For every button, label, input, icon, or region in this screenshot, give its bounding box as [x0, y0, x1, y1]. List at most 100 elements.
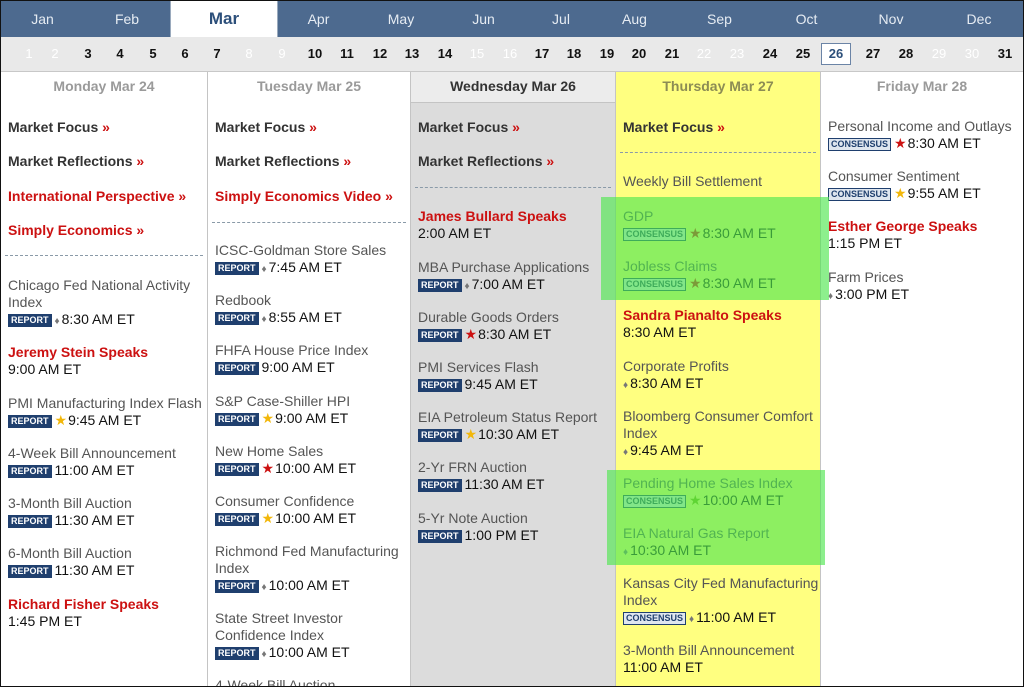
day-cell[interactable]: 31 [991, 44, 1019, 64]
event-name[interactable]: Sandra Pianalto Speaks [623, 307, 820, 324]
feature-link[interactable]: Market Focus » [418, 119, 520, 135]
month-tab-nov[interactable]: Nov [847, 1, 935, 37]
calendar-event[interactable]: PMI Manufacturing Index Flash REPORT ★9:45… [8, 395, 207, 429]
report-badge[interactable]: REPORT [8, 465, 52, 478]
calendar-event[interactable]: Richmond Fed Manufacturing Index REPORT ♦ 1… [215, 543, 410, 596]
event-name[interactable]: Bloomberg Consumer Comfort Index [623, 408, 820, 442]
event-name[interactable]: Richard Fisher Speaks [8, 596, 207, 613]
day-cell[interactable]: 9 [268, 44, 296, 64]
day-cell[interactable]: 16 [496, 44, 524, 64]
day-cell[interactable]: 28 [892, 44, 920, 64]
event-name[interactable]: 6-Month Bill Auction [8, 545, 207, 562]
month-tab-may[interactable]: May [361, 1, 441, 37]
day-cell[interactable]: 18 [560, 44, 588, 64]
calendar-event[interactable]: Esther George Speaks 1:15 PM ET [828, 218, 1023, 252]
day-cell[interactable]: 8 [235, 44, 263, 64]
event-name[interactable]: New Home Sales [215, 443, 410, 460]
consensus-badge[interactable]: CONSENSUS [828, 138, 892, 151]
day-cell[interactable]: 24 [756, 44, 784, 64]
event-name[interactable]: 2-Yr FRN Auction [418, 459, 615, 476]
event-name[interactable]: James Bullard Speaks [418, 208, 615, 225]
event-name[interactable]: Esther George Speaks [828, 218, 1023, 235]
month-tab-oct[interactable]: Oct [766, 1, 847, 37]
calendar-event[interactable]: Bloomberg Consumer Comfort Index ♦ 9:45 AM… [623, 408, 820, 461]
consensus-badge[interactable]: CONSENSUS [828, 188, 892, 201]
day-cell[interactable]: 20 [625, 44, 653, 64]
report-badge[interactable]: REPORT [8, 565, 52, 578]
day-cell[interactable]: 2 [41, 44, 69, 64]
event-name[interactable]: PMI Manufacturing Index Flash [8, 395, 207, 412]
calendar-event[interactable]: Redbook REPORT ♦ 8:55 AM ET [215, 292, 410, 328]
month-tab-jul[interactable]: Jul [526, 1, 596, 37]
calendar-event[interactable]: Consumer Confidence REPORT ★10:00 AM ET [215, 493, 410, 527]
day-cell[interactable]: 13 [398, 44, 426, 64]
report-badge[interactable]: REPORT [215, 647, 259, 660]
calendar-event[interactable]: FHFA House Price Index REPORT 9:00 AM ET [215, 342, 410, 376]
day-cell[interactable]: 27 [859, 44, 887, 64]
month-tab-apr[interactable]: Apr [276, 1, 361, 37]
day-cell[interactable]: 21 [658, 44, 686, 64]
report-badge[interactable]: REPORT [8, 314, 52, 327]
event-name[interactable]: Consumer Confidence [215, 493, 410, 510]
feature-link[interactable]: Market Focus » [8, 119, 110, 135]
calendar-event[interactable]: State Street Investor Confidence Index RE… [215, 610, 410, 663]
event-name[interactable]: MBA Purchase Applications [418, 259, 615, 276]
calendar-event[interactable]: Weekly Bill Settlement [623, 173, 820, 190]
month-tab-dec[interactable]: Dec [935, 1, 1023, 37]
day-cell[interactable]: 25 [789, 44, 817, 64]
calendar-event[interactable]: Richard Fisher Speaks 1:45 PM ET [8, 596, 207, 630]
month-tab-jan[interactable]: Jan [1, 1, 84, 37]
calendar-event[interactable]: Consumer Sentiment CONSENSUS ★9:55 AM ET [828, 168, 1023, 202]
calendar-event[interactable]: 2-Yr FRN Auction REPORT 11:30 AM ET [418, 459, 615, 493]
report-badge[interactable]: REPORT [215, 262, 259, 275]
calendar-event[interactable]: PMI Services Flash REPORT 9:45 AM ET [418, 359, 615, 393]
month-tab-sep[interactable]: Sep [673, 1, 766, 37]
day-cell[interactable]: 4 [106, 44, 134, 64]
report-badge[interactable]: REPORT [418, 329, 462, 342]
month-tab-mar[interactable]: Mar [170, 1, 278, 37]
report-badge[interactable]: REPORT [418, 479, 462, 492]
event-name[interactable]: Consumer Sentiment [828, 168, 1023, 185]
event-name[interactable]: Farm Prices [828, 269, 1023, 286]
event-name[interactable]: 4-Week Bill Auction [215, 677, 410, 686]
calendar-event[interactable]: MBA Purchase Applications REPORT ♦ 7:00 AM … [418, 259, 615, 295]
day-cell[interactable]: 12 [366, 44, 394, 64]
report-badge[interactable]: REPORT [215, 463, 259, 476]
calendar-event[interactable]: 5-Yr Note Auction REPORT 1:00 PM ET [418, 510, 615, 544]
report-badge[interactable]: REPORT [8, 515, 52, 528]
event-name[interactable]: Jeremy Stein Speaks [8, 344, 207, 361]
day-cell[interactable]: 3 [74, 44, 102, 64]
day-cell[interactable]: 26 [821, 43, 851, 65]
month-tab-jun[interactable]: Jun [441, 1, 526, 37]
report-badge[interactable]: REPORT [215, 413, 259, 426]
event-name[interactable]: Chicago Fed National Activity Index [8, 277, 207, 311]
feature-link[interactable]: Market Focus » [623, 119, 725, 135]
feature-link[interactable]: Simply Economics Video » [215, 188, 393, 204]
day-cell[interactable]: 6 [171, 44, 199, 64]
consensus-badge[interactable]: CONSENSUS [623, 612, 687, 625]
calendar-event[interactable]: Corporate Profits ♦ 8:30 AM ET [623, 358, 820, 394]
day-cell[interactable]: 1 [15, 44, 43, 64]
calendar-event[interactable]: 3-Month Bill Announcement 11:00 AM ET [623, 642, 820, 676]
report-badge[interactable]: REPORT [418, 279, 462, 292]
report-badge[interactable]: REPORT [215, 362, 259, 375]
event-name[interactable]: PMI Services Flash [418, 359, 615, 376]
day-cell[interactable]: 14 [431, 44, 459, 64]
calendar-event[interactable]: Kansas City Fed Manufacturing Index CONSE… [623, 575, 820, 628]
day-cell[interactable]: 10 [301, 44, 329, 64]
feature-link[interactable]: International Perspective » [8, 188, 186, 204]
calendar-event[interactable]: Farm Prices ♦ 3:00 PM ET [828, 269, 1023, 305]
calendar-event[interactable]: EIA Petroleum Status Report REPORT ★10:30 … [418, 409, 615, 443]
event-name[interactable]: State Street Investor Confidence Index [215, 610, 410, 644]
event-name[interactable]: FHFA House Price Index [215, 342, 410, 359]
report-badge[interactable]: REPORT [418, 530, 462, 543]
calendar-event[interactable]: James Bullard Speaks 2:00 AM ET [418, 208, 615, 242]
day-cell[interactable]: 19 [593, 44, 621, 64]
calendar-event[interactable]: Personal Income and Outlays CONSENSUS ★8:3… [828, 118, 1023, 152]
report-badge[interactable]: REPORT [8, 415, 52, 428]
calendar-event[interactable]: 6-Month Bill Auction REPORT 11:30 AM ET [8, 545, 207, 579]
day-cell[interactable]: 15 [463, 44, 491, 64]
calendar-event[interactable]: Durable Goods Orders REPORT ★8:30 AM ET [418, 309, 615, 343]
event-name[interactable]: S&P Case-Shiller HPI [215, 393, 410, 410]
month-tab-aug[interactable]: Aug [596, 1, 673, 37]
